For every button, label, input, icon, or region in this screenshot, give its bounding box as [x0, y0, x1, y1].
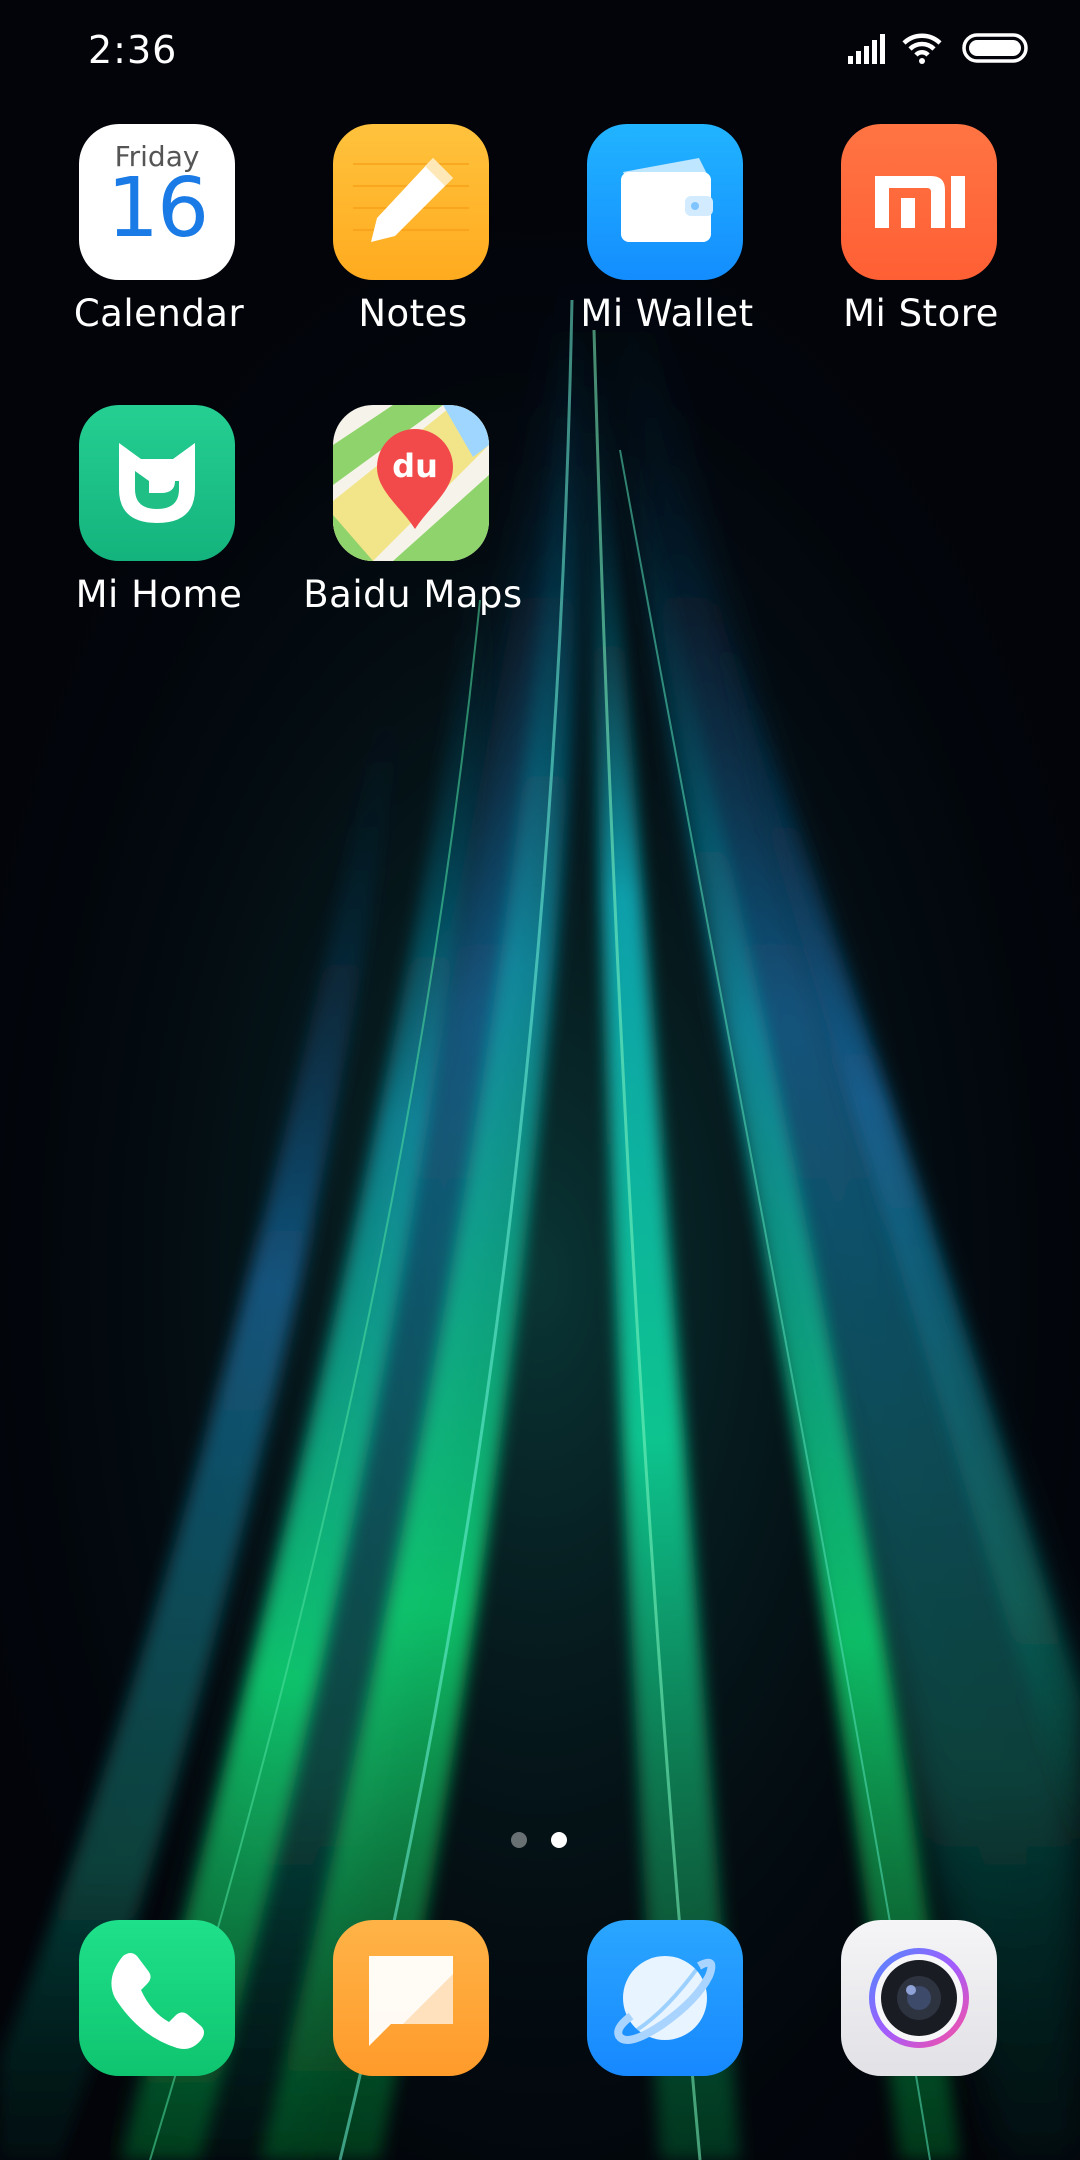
app-mi-home[interactable]: Mi Home: [32, 405, 286, 645]
mi-store-icon: [841, 124, 997, 280]
page-dot-1[interactable]: [511, 1832, 527, 1848]
app-label: Notes: [358, 292, 468, 335]
app-label: Mi Store: [843, 292, 999, 335]
dock-phone[interactable]: [79, 1920, 235, 2076]
wallet-icon: [587, 124, 743, 280]
app-label: Mi Wallet: [580, 292, 754, 335]
notes-icon: [333, 124, 489, 280]
browser-icon: [587, 1920, 743, 2076]
status-time: 2:36: [88, 28, 178, 72]
app-label: Calendar: [73, 292, 245, 335]
phone-icon: [79, 1920, 235, 2076]
wifi-icon: [902, 33, 942, 64]
baidu-maps-icon: du: [333, 405, 489, 561]
camera-icon: [841, 1920, 997, 2076]
dock-browser[interactable]: [587, 1920, 743, 2076]
messages-icon: [333, 1920, 489, 2076]
signal-icon: [848, 34, 885, 64]
app-mi-store[interactable]: Mi Store: [794, 124, 1048, 364]
home-screen: 2:36 Friday 16 Calendar Notes Mi Wallet …: [0, 0, 1080, 2160]
app-notes[interactable]: Notes: [286, 124, 540, 364]
app-label: Baidu Maps: [303, 573, 523, 616]
battery-icon: [962, 33, 1028, 63]
status-bar: 2:36: [0, 0, 1080, 110]
app-label: Mi Home: [75, 573, 243, 616]
status-icons: [836, 30, 1036, 70]
page-dot-2-active[interactable]: [551, 1832, 567, 1848]
app-baidu-maps[interactable]: du Baidu Maps: [286, 405, 540, 645]
app-calendar[interactable]: Friday 16 Calendar: [32, 124, 286, 364]
calendar-icon: Friday 16: [79, 124, 235, 280]
app-mi-wallet[interactable]: Mi Wallet: [540, 124, 794, 364]
dock-messages[interactable]: [333, 1920, 489, 2076]
baidu-maps-badge: du: [392, 447, 438, 485]
page-indicator[interactable]: [0, 1832, 1080, 1852]
calendar-date: 16: [106, 161, 209, 256]
mi-home-icon: [79, 405, 235, 561]
dock-camera[interactable]: [841, 1920, 997, 2076]
